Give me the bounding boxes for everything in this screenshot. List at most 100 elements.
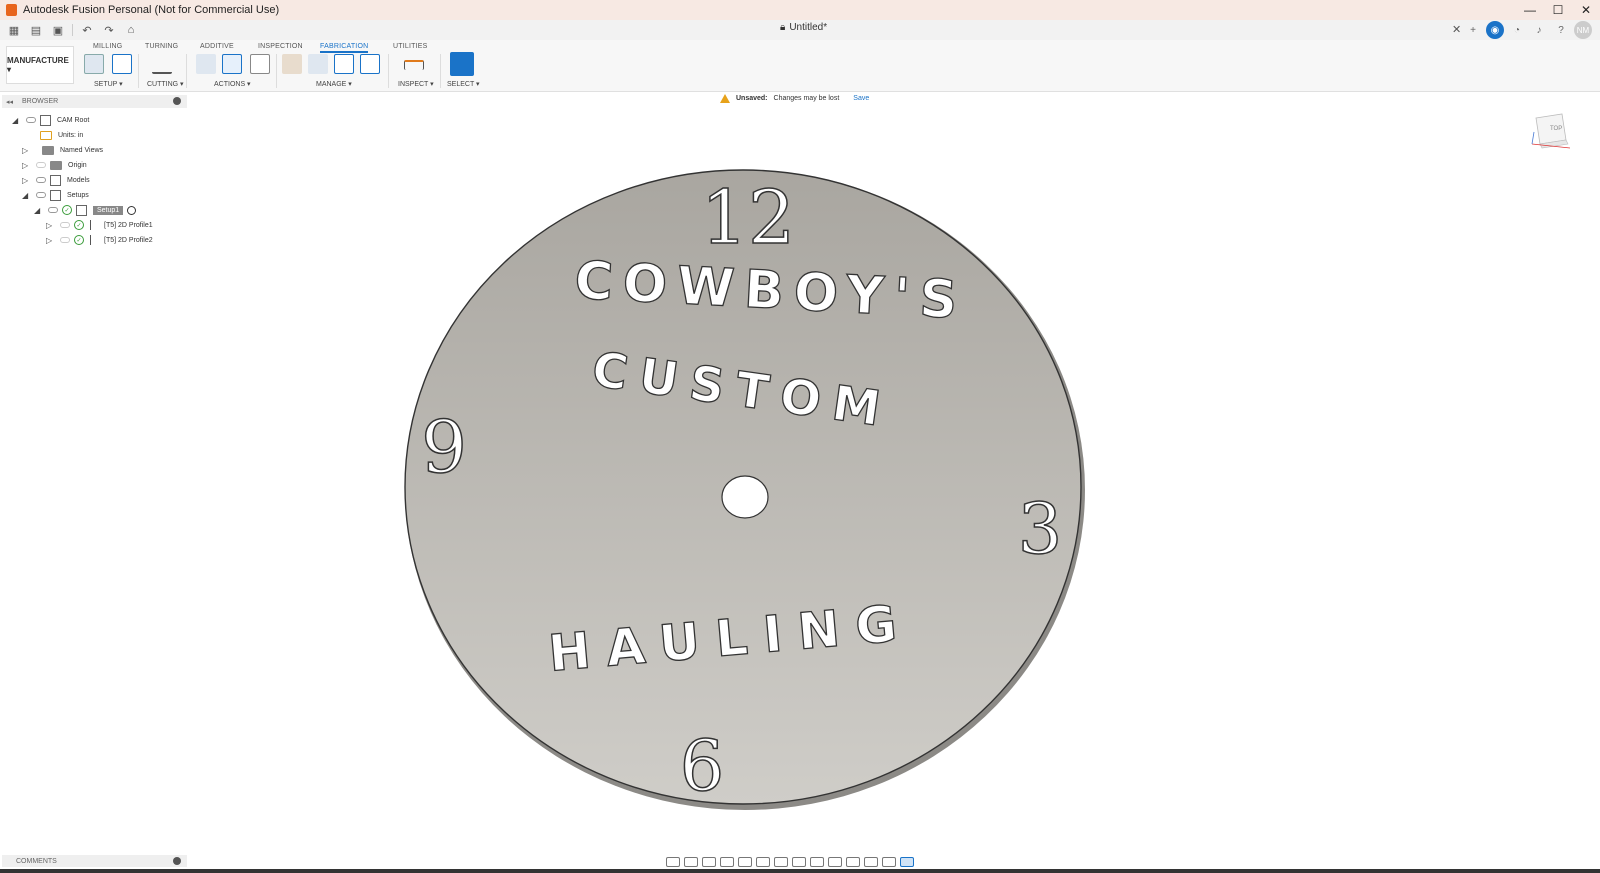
visibility-eye-icon[interactable]: [48, 207, 58, 213]
activate-target-icon[interactable]: [127, 205, 137, 215]
tool-library-icon[interactable]: [282, 54, 302, 74]
tree-item-2d-profile2[interactable]: ▷ ✓ [T5] 2D Profile2: [46, 233, 153, 247]
group-setup[interactable]: SETUP ▾: [94, 80, 123, 88]
extensions-icon[interactable]: ◉: [1486, 21, 1504, 39]
group-actions[interactable]: ACTIONS ▾: [214, 80, 251, 88]
tree-item-models[interactable]: ▷ Models: [22, 173, 90, 187]
visibility-eye-icon[interactable]: [26, 117, 36, 123]
avatar[interactable]: NM: [1574, 21, 1592, 39]
workspace-switcher[interactable]: MANUFACTURE ▾: [6, 46, 74, 84]
tree-item-units[interactable]: Units: in: [36, 128, 83, 142]
group-inspect[interactable]: INSPECT ▾: [398, 80, 434, 88]
unsaved-label: Unsaved:: [736, 95, 768, 102]
redo-icon[interactable]: ↷: [101, 22, 117, 38]
template-library-icon[interactable]: [360, 54, 380, 74]
tab-utilities[interactable]: UTILITIES: [393, 43, 427, 50]
save-link[interactable]: Save: [845, 95, 869, 102]
tree-item-named-views[interactable]: ▷ Named Views: [22, 143, 103, 157]
warning-icon: [720, 94, 730, 103]
view-mode-icon[interactable]: [810, 857, 824, 867]
tree-item-setups[interactable]: ◢ Setups: [22, 188, 89, 202]
machine-library-icon[interactable]: [308, 54, 328, 74]
collapsed-triangle-icon[interactable]: ▷: [46, 236, 56, 245]
close-button[interactable]: ✕: [1572, 0, 1600, 20]
tab-inspection[interactable]: INSPECTION: [258, 43, 303, 50]
title-bar: Autodesk Fusion Personal (Not for Commer…: [0, 0, 1600, 20]
simulate-icon[interactable]: [196, 54, 216, 74]
collapsed-triangle-icon[interactable]: ▷: [22, 161, 32, 170]
tab-fabrication[interactable]: FABRICATION: [320, 43, 369, 53]
tree-item-label: Setup1: [93, 205, 124, 215]
quick-access-right: + ◉ ◔ ♪ ? NM: [1464, 21, 1592, 39]
expanded-triangle-icon[interactable]: ◢: [22, 191, 32, 200]
document-title: Untitled*: [789, 22, 828, 33]
new-tab-icon[interactable]: +: [1464, 21, 1482, 39]
notifications-icon[interactable]: ♪: [1530, 21, 1548, 39]
pin-icon[interactable]: [173, 97, 181, 105]
collapsed-triangle-icon[interactable]: ▷: [22, 176, 32, 185]
pin-icon[interactable]: [173, 857, 181, 865]
collapsed-triangle-icon[interactable]: ▷: [22, 146, 32, 155]
select-icon[interactable]: [450, 52, 474, 76]
maximize-button[interactable]: ☐: [1544, 0, 1572, 20]
tab-milling[interactable]: MILLING: [93, 43, 122, 50]
component-icon: [40, 114, 51, 126]
tree-item-cam-root[interactable]: ◢ CAM Root: [12, 113, 89, 127]
expanded-triangle-icon[interactable]: ◢: [12, 116, 22, 125]
component-icon: [50, 174, 61, 186]
post-library-icon[interactable]: [334, 54, 354, 74]
look-at-icon[interactable]: [684, 857, 698, 867]
visibility-eye-icon[interactable]: [60, 237, 70, 243]
display-settings-icon[interactable]: [756, 857, 770, 867]
tree-item-label: Origin: [68, 161, 87, 169]
tree-item-2d-profile1[interactable]: ▷ ✓ [T5] 2D Profile1: [46, 218, 153, 232]
tree-item-setup1[interactable]: ◢ ✓ Setup1: [34, 203, 137, 217]
job-status-icon[interactable]: ◔: [1508, 21, 1526, 39]
environment-icon[interactable]: [864, 857, 878, 867]
measure-icon[interactable]: [404, 60, 424, 70]
expanded-triangle-icon[interactable]: ◢: [34, 206, 44, 215]
3d-viewport[interactable]: 12 3 6 9 COWBOY'S CUSTOM HAULING: [190, 110, 1600, 830]
setups-icon: [50, 189, 61, 201]
check-valid-icon: ✓: [74, 220, 84, 230]
collapse-panel-icon[interactable]: ◂◂: [6, 98, 14, 106]
setup-sheet-icon[interactable]: [250, 54, 270, 74]
home-icon[interactable]: ⌂: [123, 22, 139, 38]
save-icon[interactable]: ▣: [50, 22, 66, 38]
close-tab-icon[interactable]: ✕: [1452, 23, 1461, 36]
selection-filter-icon[interactable]: [900, 857, 914, 867]
document-tab[interactable]: 🔒︎ Untitled*: [780, 22, 827, 33]
tab-turning[interactable]: TURNING: [145, 43, 178, 50]
browser-header[interactable]: ◂◂ BROWSER: [2, 95, 187, 108]
zoom-icon[interactable]: [720, 857, 734, 867]
viewports-icon[interactable]: [792, 857, 806, 867]
cutting-2d-profile-icon[interactable]: [152, 54, 172, 74]
visual-style-icon[interactable]: [846, 857, 860, 867]
post-process-icon[interactable]: [222, 54, 242, 74]
pan-icon[interactable]: [702, 857, 716, 867]
app-grid-icon[interactable]: ▦: [6, 22, 22, 38]
comments-panel[interactable]: COMMENTS: [2, 855, 187, 867]
visibility-eye-icon[interactable]: [36, 192, 46, 198]
tree-item-origin[interactable]: ▷ Origin: [22, 158, 87, 172]
minimize-button[interactable]: —: [1516, 0, 1544, 20]
help-icon[interactable]: ?: [1552, 21, 1570, 39]
visibility-eye-icon[interactable]: [60, 222, 70, 228]
fit-icon[interactable]: [738, 857, 752, 867]
effects-icon[interactable]: [882, 857, 896, 867]
collapsed-triangle-icon[interactable]: ▷: [46, 221, 56, 230]
grid-settings-icon[interactable]: [774, 857, 788, 867]
group-select[interactable]: SELECT ▾: [447, 80, 480, 88]
file-menu-icon[interactable]: ▤: [28, 22, 44, 38]
visibility-eye-icon[interactable]: [36, 162, 46, 168]
undo-icon[interactable]: ↶: [79, 22, 95, 38]
create-nc-program-icon[interactable]: [112, 54, 132, 74]
new-setup-icon[interactable]: [84, 54, 104, 74]
visibility-eye-icon[interactable]: [36, 177, 46, 183]
group-manage[interactable]: MANAGE ▾: [316, 80, 352, 88]
tab-additive[interactable]: ADDITIVE: [200, 43, 234, 50]
orbit-icon[interactable]: [666, 857, 680, 867]
browser-title: BROWSER: [22, 98, 59, 105]
refresh-icon[interactable]: [828, 857, 842, 867]
group-cutting[interactable]: CUTTING ▾: [147, 80, 184, 88]
